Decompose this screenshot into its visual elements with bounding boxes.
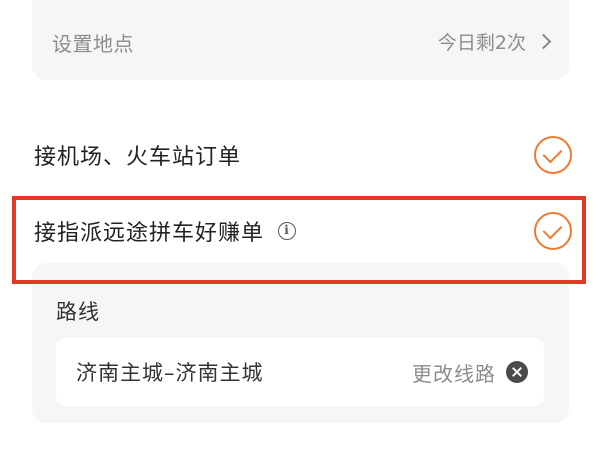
close-icon[interactable]	[506, 361, 528, 383]
route-section: 路线 济南主城–济南主城 更改线路	[32, 263, 569, 423]
location-remaining: 今日剩2次	[437, 28, 552, 55]
info-icon[interactable]: i	[278, 222, 297, 240]
route-value: 济南主城–济南主城	[76, 361, 264, 385]
option-long-distance-carpool-text: 接指派远途拼车好赚单 i	[34, 215, 297, 247]
set-location-label: 设置地点	[52, 32, 134, 56]
order-preferences-screen: 设置地点 今日剩2次 接机场、火车站订单 接指派远途拼车好赚单 i 路线 济南主…	[0, 0, 600, 450]
option-long-distance-carpool[interactable]: 接指派远途拼车好赚单 i	[34, 212, 572, 250]
route-item: 济南主城–济南主城 更改线路	[56, 338, 544, 406]
route-actions: 更改线路	[412, 358, 528, 387]
route-title: 路线	[56, 300, 100, 324]
set-location-row[interactable]: 设置地点 今日剩2次	[32, 0, 569, 80]
check-circle-icon[interactable]	[534, 212, 572, 250]
option-airport-station-label: 接机场、火车站订单	[34, 145, 242, 170]
change-route-link[interactable]: 更改线路	[412, 358, 496, 387]
option-long-distance-carpool-label: 接指派远途拼车好赚单	[34, 221, 265, 246]
option-airport-station[interactable]: 接机场、火车站订单	[34, 136, 572, 174]
check-circle-icon[interactable]	[534, 136, 572, 174]
chevron-right-icon	[535, 33, 552, 50]
remaining-count-text: 今日剩2次	[437, 32, 526, 54]
